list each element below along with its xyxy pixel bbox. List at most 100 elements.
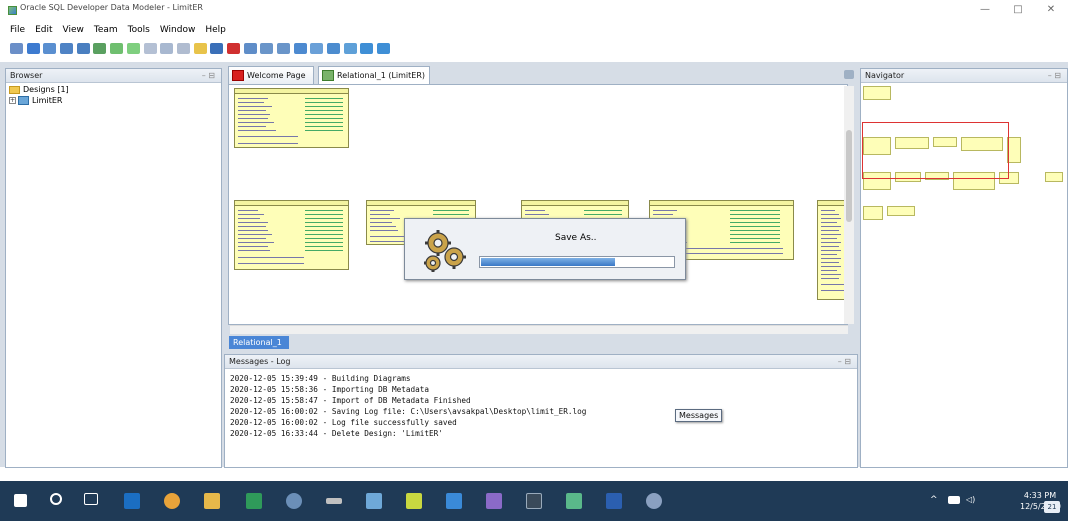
tab-welcome-page[interactable]: Welcome Page <box>228 66 314 84</box>
notifications-badge[interactable]: 21 <box>1044 501 1060 513</box>
app-icon[interactable] <box>326 498 342 504</box>
tab-relational[interactable]: Relational_1 (LimitER) <box>318 66 430 84</box>
terminal-icon[interactable] <box>526 493 542 509</box>
windows-start-icon[interactable] <box>14 494 27 507</box>
merge-table-icon[interactable] <box>76 42 90 54</box>
app-icon[interactable] <box>486 493 502 509</box>
save-icon[interactable] <box>210 42 224 54</box>
back-arrow-icon[interactable] <box>360 42 374 54</box>
taskbar: ^ ◁) 4:33 PM 12/5/2020 21 <box>0 481 1068 521</box>
diagram-subtab-relational[interactable]: Relational_1 <box>229 336 289 349</box>
folder-icon <box>9 85 20 94</box>
menu-tools[interactable]: Tools <box>128 25 150 35</box>
network-icon[interactable] <box>948 496 960 504</box>
delete-icon[interactable] <box>226 42 240 54</box>
new-link-icon[interactable] <box>126 42 140 54</box>
volume-icon[interactable]: ◁) <box>966 495 975 504</box>
diagram-canvas[interactable] <box>228 84 848 325</box>
shape-icon[interactable] <box>176 42 190 54</box>
file-explorer-icon[interactable] <box>204 493 220 509</box>
tree-item-designs[interactable]: Designs [1] <box>9 85 69 94</box>
navigator-header: Navigator – ⊟ <box>861 69 1067 83</box>
browser-header: Browser – ⊟ <box>6 69 221 83</box>
app-icon[interactable] <box>286 493 302 509</box>
app-icon[interactable] <box>446 493 462 509</box>
word-icon[interactable] <box>606 493 622 509</box>
excel-icon[interactable] <box>246 493 262 509</box>
diagram-vertical-scroll-thumb[interactable] <box>846 130 852 222</box>
relational-model-icon <box>322 70 334 81</box>
window-title: Oracle SQL Developer Data Modeler - Limi… <box>20 3 203 12</box>
tab-welcome-label: Welcome Page <box>247 71 306 80</box>
expand-icon[interactable]: + <box>9 97 16 104</box>
toolbar <box>10 39 650 57</box>
diagram-table[interactable] <box>234 200 349 270</box>
menu-window[interactable]: Window <box>160 25 196 35</box>
tray-chevron-icon[interactable]: ^ <box>930 495 938 505</box>
messages-minimize-icon[interactable]: – ⊟ <box>838 355 851 369</box>
menu-edit[interactable]: Edit <box>35 25 52 35</box>
app-window: Oracle SQL Developer Data Modeler - Limi… <box>0 0 1068 521</box>
tree-item-limiter-label: LimitER <box>32 96 63 105</box>
app-icon[interactable] <box>406 493 422 509</box>
default-size-icon[interactable] <box>310 42 324 54</box>
new-table-icon[interactable] <box>26 42 40 54</box>
search-icon[interactable] <box>327 42 341 54</box>
split-table-icon[interactable] <box>60 42 74 54</box>
search-icon[interactable] <box>50 493 62 505</box>
minimize-button[interactable]: — <box>970 2 1000 18</box>
task-view-icon[interactable] <box>84 493 98 505</box>
outlook-icon[interactable] <box>124 493 140 509</box>
navigator-viewport-rect[interactable] <box>862 122 1009 179</box>
new-fk-icon[interactable] <box>93 42 107 54</box>
menu-file[interactable]: File <box>10 25 25 35</box>
restore-button[interactable]: □ <box>1003 2 1033 18</box>
zoom-in-icon[interactable] <box>260 42 274 54</box>
browser-minimize-icon[interactable]: – ⊟ <box>202 69 215 83</box>
tab-relational-label: Relational_1 (LimitER) <box>337 71 426 80</box>
data-modeler-app-icon <box>8 6 17 15</box>
menu-view[interactable]: View <box>63 25 84 35</box>
clock-time[interactable]: 4:33 PM <box>1020 491 1060 501</box>
log-line: 2020-12-05 15:39:49 - Building Diagrams <box>230 374 411 383</box>
diagram-table[interactable] <box>234 88 349 148</box>
zoom-out-icon[interactable] <box>277 42 290 54</box>
navigator-overview[interactable] <box>861 84 1067 468</box>
menu-bar: File Edit View Team Tools Window Help <box>0 22 1068 37</box>
menu-help[interactable]: Help <box>205 25 226 35</box>
save-progress-fill <box>481 258 616 266</box>
messages-header: Messages - Log – ⊟ <box>225 355 857 369</box>
browser-title: Browser <box>10 71 43 80</box>
folder-icon[interactable] <box>193 42 207 54</box>
welcome-icon <box>232 70 244 81</box>
title-bar: Oracle SQL Developer Data Modeler - Limi… <box>0 0 1068 20</box>
log-line: 2020-12-05 16:00:02 - Saving Log file: C… <box>230 407 587 416</box>
app-icon[interactable] <box>366 493 382 509</box>
diagram-horizontal-scrollbar[interactable] <box>230 325 848 334</box>
browser-panel: Browser – ⊟ Designs [1] + LimitER <box>5 68 222 468</box>
save-progress-bar <box>479 256 675 268</box>
gears-icon <box>424 230 466 272</box>
design-icon <box>18 96 29 105</box>
menu-team[interactable]: Team <box>94 25 118 35</box>
close-button[interactable]: ✕ <box>1036 2 1066 18</box>
tree-item-limiter[interactable]: + LimitER <box>9 96 62 105</box>
messages-log-panel: Messages - Log – ⊟ 2020-12-05 15:39:49 -… <box>224 354 858 468</box>
fit-screen-icon[interactable] <box>293 42 307 54</box>
new-view-icon[interactable] <box>43 42 57 54</box>
navigator-title: Navigator <box>865 71 905 80</box>
new-relation-icon[interactable] <box>110 42 124 54</box>
navigator-minimize-icon[interactable]: – ⊟ <box>1048 69 1061 83</box>
picture-icon[interactable] <box>160 42 174 54</box>
forward-arrow-icon[interactable] <box>377 42 391 54</box>
log-line: 2020-12-05 15:58:47 - Import of DB Metad… <box>230 396 471 405</box>
app-icon[interactable] <box>646 493 662 509</box>
select-icon[interactable] <box>10 42 23 54</box>
data-modeler-taskbar-icon[interactable] <box>566 493 582 509</box>
note-icon[interactable] <box>143 42 157 54</box>
chrome-icon[interactable] <box>164 493 180 509</box>
engineer-icon[interactable] <box>243 42 257 54</box>
properties-icon[interactable] <box>343 42 357 54</box>
tab-list-icon[interactable] <box>844 70 854 79</box>
save-as-title: Save As.. <box>555 233 597 243</box>
